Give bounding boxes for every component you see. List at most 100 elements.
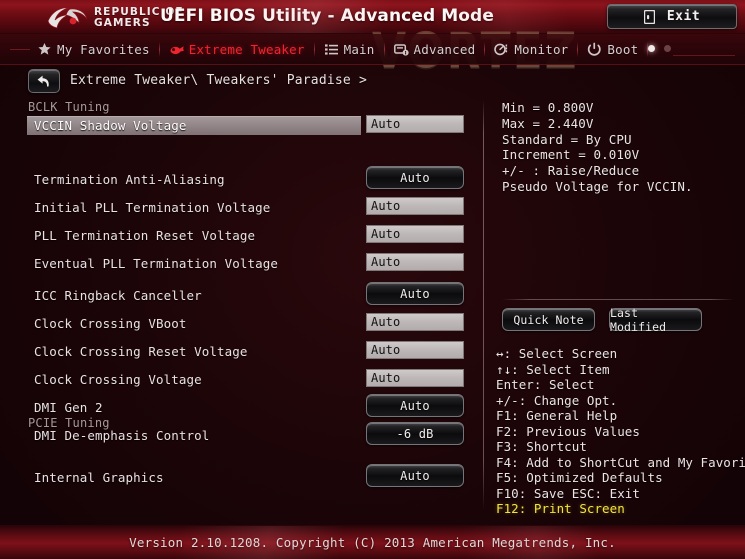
bios-screen: REPUBLIC OF GAMERS UEFI BIOS Utility - A… — [0, 0, 745, 559]
nav-tab-boot[interactable]: Boot — [578, 34, 647, 65]
setting-label: Eventual PLL Termination Voltage — [34, 256, 279, 271]
setting-row-initial-pll-termination-voltage[interactable]: Initial PLL Termination Voltage Auto — [0, 197, 483, 220]
page-title: UEFI BIOS Utility - Advanced Mode — [160, 6, 494, 26]
setting-label: ICC Ringback Canceller — [34, 288, 202, 303]
setting-dropdown-termination-anti-aliasing[interactable]: Auto — [366, 166, 464, 189]
setting-input-vccin-shadow-voltage[interactable]: Auto — [366, 115, 464, 133]
breadcrumb: Extreme Tweaker\ Tweakers' Paradise > — [70, 73, 367, 88]
nav-tab-label: My Favorites — [57, 42, 150, 57]
shortcut-line: +/-: Change Opt. — [496, 392, 618, 408]
panel-divider — [483, 100, 484, 510]
exit-button[interactable]: Exit — [607, 4, 737, 29]
setting-row-internal-graphics[interactable]: Internal Graphics Auto — [0, 464, 483, 490]
chip-icon — [393, 42, 409, 57]
shortcut-line: Enter: Select — [496, 377, 595, 392]
setting-row-icc-ringback-canceller[interactable]: ICC Ringback Canceller Auto — [0, 282, 483, 308]
setting-value: Auto — [400, 468, 430, 483]
setting-value: Auto — [371, 343, 401, 357]
setting-value: Auto — [371, 371, 401, 385]
setting-input-clock-crossing-voltage[interactable]: Auto — [366, 369, 464, 387]
main-nav-bar: My Favorites Extreme Tweaker Main Advanc… — [0, 34, 745, 65]
shortcut-line: F3: Shortcut — [496, 439, 587, 454]
settings-group-heading: BCLK Tuning — [28, 100, 110, 114]
setting-label: Termination Anti-Aliasing — [34, 172, 225, 187]
setting-row-clock-crossing-voltage[interactable]: Clock Crossing Voltage Auto — [0, 369, 483, 392]
shortcut-line: F1: General Help — [496, 408, 618, 423]
footer-bar: Version 2.10.1208. Copyright (C) 2013 Am… — [0, 525, 745, 559]
back-button[interactable] — [28, 69, 60, 93]
breadcrumb-bar: Extreme Tweaker\ Tweakers' Paradise > — [0, 65, 745, 98]
nav-tab-label: Advanced — [413, 42, 476, 57]
button-label: Last Modified — [610, 305, 667, 334]
setting-value: Auto — [371, 227, 401, 241]
version-copyright: Version 2.10.1208. Copyright (C) 2013 Am… — [129, 535, 616, 550]
page-dot-1[interactable] — [648, 45, 655, 52]
setting-row-eventual-pll-termination-voltage[interactable]: Eventual PLL Termination Voltage Auto — [0, 253, 483, 276]
setting-label: Internal Graphics — [34, 470, 164, 485]
setting-input-clock-crossing-reset-voltage[interactable]: Auto — [366, 341, 464, 359]
setting-value: Auto — [371, 315, 401, 329]
keyboard-shortcuts-legend: ↔: Select Screen ↑↓: Select Item Enter: Se… — [496, 346, 745, 517]
setting-row-clock-crossing-reset-voltage[interactable]: Clock Crossing Reset Voltage Auto — [0, 341, 483, 364]
setting-value: Auto — [400, 286, 430, 301]
setting-dropdown-dmi-de-emphasis-control[interactable]: -6 dB — [366, 422, 464, 445]
nav-tab-advanced[interactable]: Advanced — [385, 34, 485, 65]
help-line: Max = 2.440V — [502, 115, 594, 131]
setting-row-pll-termination-reset-voltage[interactable]: PLL Termination Reset Voltage Auto — [0, 225, 483, 248]
last-modified-button[interactable]: Last Modified — [609, 305, 702, 334]
setting-value: Auto — [400, 398, 430, 413]
setting-label: PLL Termination Reset Voltage — [34, 228, 256, 243]
help-line: Min = 0.800V — [502, 100, 594, 115]
settings-list: BCLK Tuning PCIE Tuning VCCIN Shadow Volta… — [0, 98, 483, 510]
help-action-buttons: Quick Note Last Modified — [502, 305, 702, 334]
setting-label: Clock Crossing Reset Voltage — [34, 344, 248, 359]
flame-icon — [169, 42, 184, 57]
setting-value: Auto — [371, 255, 401, 269]
nav-tab-main[interactable]: Main — [315, 34, 384, 65]
nav-tab-label: Extreme Tweaker — [188, 42, 305, 57]
help-description-panel: Min = 0.800V Max = 2.440V Standard = By CP… — [502, 100, 737, 300]
quick-note-button[interactable]: Quick Note — [502, 308, 595, 331]
exit-door-icon — [643, 9, 655, 24]
setting-row-vccin-shadow-voltage[interactable]: VCCIN Shadow Voltage Auto — [0, 115, 483, 138]
setting-label: VCCIN Shadow Voltage — [34, 118, 187, 133]
setting-row-dmi-de-emphasis-control[interactable]: DMI De-emphasis Control -6 dB — [0, 422, 483, 448]
setting-dropdown-internal-graphics[interactable]: Auto — [366, 464, 464, 487]
title-banner: REPUBLIC OF GAMERS UEFI BIOS Utility - A… — [0, 0, 745, 34]
shortcut-line: F5: Optimized Defaults — [496, 470, 663, 485]
setting-value: Auto — [400, 170, 430, 185]
rog-eye-icon — [47, 7, 88, 28]
shortcut-line: F10: Save ESC: Exit — [496, 485, 640, 501]
setting-dropdown-icc-ringback-canceller[interactable]: Auto — [366, 282, 464, 305]
setting-row-clock-crossing-vboot[interactable]: Clock Crossing VBoot Auto — [0, 313, 483, 336]
nav-tab-label: Boot — [607, 42, 639, 57]
nav-tab-monitor[interactable]: Monitor — [485, 34, 577, 65]
setting-value: Auto — [371, 117, 401, 131]
setting-row-dmi-gen-2[interactable]: DMI Gen 2 Auto — [0, 394, 483, 420]
shortcut-line: ↔: Select Screen — [496, 346, 618, 361]
back-arrow-icon — [37, 75, 49, 86]
setting-row-termination-anti-aliasing[interactable]: Termination Anti-Aliasing Auto — [0, 166, 483, 192]
setting-label: Clock Crossing Voltage — [34, 372, 202, 387]
help-line: Standard = By CPU — [502, 131, 632, 147]
help-line: Pseudo Voltage for VCCIN. — [502, 178, 693, 194]
setting-input-clock-crossing-vboot[interactable]: Auto — [366, 313, 464, 331]
setting-label: DMI Gen 2 — [34, 400, 103, 415]
setting-dropdown-dmi-gen-2[interactable]: Auto — [366, 394, 464, 417]
setting-input-eventual-pll-termination-voltage[interactable]: Auto — [366, 253, 464, 271]
setting-value: Auto — [371, 199, 401, 213]
nav-tab-label: Main — [343, 42, 375, 57]
list-icon — [324, 42, 339, 57]
nav-tab-label: Monitor — [514, 42, 569, 57]
exit-label: Exit — [666, 9, 701, 24]
setting-label: Initial PLL Termination Voltage — [34, 200, 271, 215]
help-line: +/- : Raise/Reduce — [502, 163, 640, 179]
nav-tab-list: My Favorites Extreme Tweaker Main Advanc… — [28, 34, 649, 65]
page-dot-2[interactable] — [664, 45, 671, 52]
setting-input-initial-pll-termination-voltage[interactable]: Auto — [366, 197, 464, 215]
help-line: Increment = 0.010V — [502, 147, 640, 163]
shortcut-line: F4: Add to ShortCut and My Favorites — [496, 454, 745, 470]
nav-tab-my-favorites[interactable]: My Favorites — [28, 34, 159, 65]
nav-tab-extreme-tweaker[interactable]: Extreme Tweaker — [160, 34, 314, 65]
setting-input-pll-termination-reset-voltage[interactable]: Auto — [366, 225, 464, 243]
